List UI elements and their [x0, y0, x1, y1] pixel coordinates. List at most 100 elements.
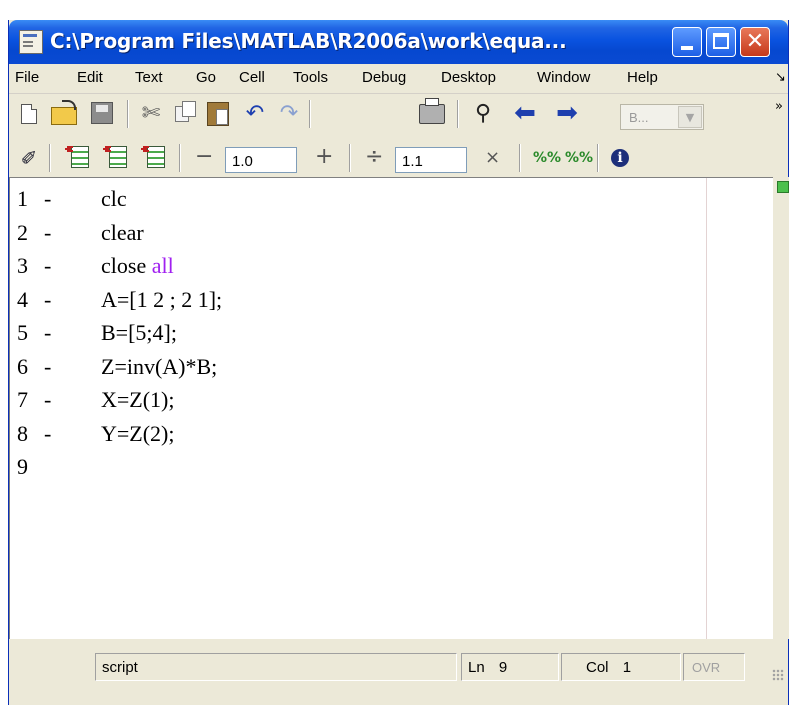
paste-icon[interactable]: [207, 102, 229, 126]
evaluate-entire-file-icon[interactable]: [141, 146, 165, 168]
code-analyzer-status-icon[interactable]: [777, 181, 789, 193]
multiply-value-field[interactable]: [395, 147, 467, 173]
increment-value-field[interactable]: [225, 147, 297, 173]
line-number: 1: [17, 186, 28, 211]
status-bar: script Ln 9 Col 1 OVR: [9, 639, 788, 705]
menu-cell[interactable]: Cell: [239, 69, 265, 86]
info-icon[interactable]: i: [611, 149, 629, 167]
status-line: Ln 9: [461, 653, 559, 681]
toolbar-separator: [127, 100, 129, 128]
title-bar[interactable]: C:\Program Files\MATLAB\R2006a\work\equa…: [9, 20, 788, 64]
menu-text[interactable]: Text: [135, 69, 163, 86]
remove-percent-icon[interactable]: %%: [565, 146, 593, 170]
line-number: 4: [17, 286, 28, 312]
code-editor[interactable]: 1- clc 2- clear 3- close all 4- A=[1 2 ; 2 1]; 5…: [9, 177, 773, 639]
close-button[interactable]: ✕: [740, 27, 770, 57]
menu-edit[interactable]: Edit: [77, 69, 103, 86]
menu-window[interactable]: Window: [537, 69, 590, 86]
chevron-down-icon[interactable]: ▼: [678, 106, 702, 128]
breakpoint-marker[interactable]: -: [44, 253, 51, 279]
matlab-editor-icon[interactable]: [19, 30, 43, 54]
breakpoint-marker[interactable]: -: [44, 387, 51, 413]
breakpoint-marker[interactable]: -: [44, 320, 51, 346]
breakpoint-marker[interactable]: -: [44, 354, 51, 380]
redo-icon[interactable]: ↷: [277, 102, 301, 126]
evaluate-cell-advance-icon[interactable]: [103, 146, 127, 168]
toolbar-separator: [597, 144, 599, 172]
breakpoint-marker[interactable]: -: [44, 287, 51, 313]
cut-icon[interactable]: ✄: [139, 102, 163, 126]
decrement-button[interactable]: −: [195, 144, 213, 169]
open-file-icon[interactable]: [51, 100, 77, 125]
copy-icon[interactable]: [175, 101, 196, 122]
status-overwrite-text: OVR: [692, 660, 721, 675]
breakpoint-marker[interactable]: -: [44, 186, 51, 212]
status-column: Col 1: [561, 653, 681, 681]
status-line-value: 9: [498, 659, 508, 676]
code-line[interactable]: 6- Z=inv(A)*B;: [10, 354, 773, 386]
status-column-label: Col: [586, 659, 609, 676]
increment-button[interactable]: +: [315, 144, 333, 169]
toolbar-separator: [309, 100, 311, 128]
multiply-button[interactable]: ×: [485, 147, 500, 168]
window-title: C:\Program Files\MATLAB\R2006a\work\equa…: [50, 29, 567, 53]
code-plain-text: B=[5;4];: [101, 320, 177, 345]
code-text: B=[5;4];: [101, 320, 177, 346]
stack-combo[interactable]: B... ▼: [620, 104, 704, 130]
code-line[interactable]: 8- Y=Z(2);: [10, 421, 773, 453]
print-icon[interactable]: [419, 98, 445, 124]
menu-help[interactable]: Help: [627, 69, 658, 86]
evaluate-cell-icon[interactable]: ✐: [17, 146, 41, 170]
forward-arrow-icon[interactable]: ➡: [555, 100, 579, 126]
code-keyword: all: [151, 253, 174, 278]
line-number: 7: [17, 387, 28, 412]
cell-toolbar: ✐ − + ÷ × %% %% i: [9, 138, 788, 176]
menu-desktop[interactable]: Desktop: [441, 69, 496, 86]
minimize-button[interactable]: [672, 27, 702, 57]
code-line[interactable]: 5- B=[5;4];: [10, 320, 773, 352]
save-icon[interactable]: [91, 102, 113, 124]
line-number: 2: [17, 219, 28, 245]
divide-button[interactable]: ÷: [365, 144, 383, 169]
toolbar-separator: [49, 144, 51, 172]
toolbar-separator: [179, 144, 181, 172]
status-overwrite: OVR: [683, 653, 745, 681]
insert-percent-icon[interactable]: %%: [533, 146, 561, 170]
menu-overflow-icon[interactable]: ↘: [775, 70, 786, 85]
back-arrow-icon[interactable]: ⬅: [513, 100, 537, 126]
code-plain-text: A=[1 2 ; 2 1];: [101, 286, 223, 312]
status-column-value: 1: [622, 659, 632, 676]
code-text: clear: [101, 220, 144, 246]
menu-file[interactable]: File: [15, 69, 39, 86]
code-line[interactable]: 1- clc: [10, 186, 773, 218]
toolbar-overflow-icon[interactable]: »: [775, 99, 783, 114]
code-line[interactable]: 7- X=Z(1);: [10, 387, 773, 419]
close-icon: ✕: [745, 29, 765, 54]
new-file-icon[interactable]: [21, 104, 37, 124]
code-line[interactable]: 4- A=[1 2 ; 2 1];: [10, 287, 773, 319]
menu-debug[interactable]: Debug: [362, 69, 406, 86]
code-plain-text: X=Z(1);: [101, 387, 175, 412]
breakpoint-marker[interactable]: -: [44, 220, 51, 246]
menu-go[interactable]: Go: [196, 69, 216, 86]
code-line[interactable]: 3- close all: [10, 253, 773, 285]
toolbar-separator: [457, 100, 459, 128]
code-text: X=Z(1);: [101, 387, 175, 413]
status-mode: script: [95, 653, 457, 681]
insert-cell-break-icon[interactable]: [65, 146, 89, 168]
maximize-button[interactable]: [706, 27, 736, 57]
undo-icon[interactable]: ↶: [243, 102, 267, 126]
vertical-scrollbar[interactable]: [773, 177, 789, 639]
status-mode-text: script: [102, 659, 138, 676]
breakpoint-marker[interactable]: -: [44, 421, 51, 447]
find-icon[interactable]: ⚲: [471, 102, 495, 126]
resize-grip-icon[interactable]: [772, 669, 784, 681]
toolbar-separator: [349, 144, 351, 172]
menu-tools[interactable]: Tools: [293, 69, 328, 86]
maximize-icon: [713, 33, 729, 49]
code-line[interactable]: 9: [10, 454, 773, 486]
line-number: 3: [17, 253, 28, 278]
code-line[interactable]: 2- clear: [10, 220, 773, 252]
minimize-icon: [681, 46, 693, 50]
menu-bar: File Edit Text Go Cell Tools Debug Deskt…: [9, 64, 788, 94]
